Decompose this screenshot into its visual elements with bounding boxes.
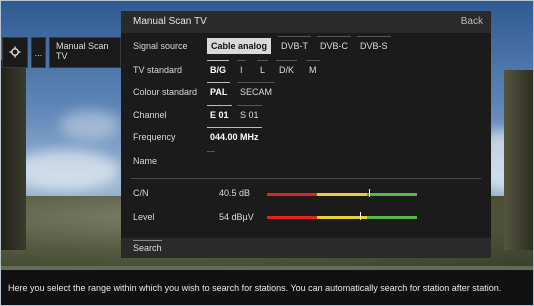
back-button[interactable]: Back <box>461 16 483 27</box>
gear-icon <box>9 46 21 60</box>
frequency-field[interactable]: 044.00 MHz <box>207 127 262 142</box>
separator <box>131 178 481 179</box>
search-button[interactable]: Search <box>133 240 162 253</box>
level-meter-marker <box>360 212 361 220</box>
panel-header: Manual Scan TV Back <box>121 11 491 33</box>
signal-source-label: Signal source <box>133 41 188 51</box>
name-field[interactable] <box>207 151 215 166</box>
signal-option-cable-analog[interactable]: Cable analog <box>207 38 272 54</box>
colour-standard-label: Colour standard <box>133 87 198 97</box>
level-label: Level <box>133 212 155 222</box>
more-crumb[interactable]: ... <box>31 37 46 68</box>
channel-label: Channel <box>133 110 167 120</box>
tv-standard-m[interactable]: M <box>306 60 320 75</box>
level-value: 54 dBµV <box>219 212 254 222</box>
channel-s01[interactable]: S 01 <box>237 105 262 120</box>
cn-meter <box>267 189 417 197</box>
colour-standard-secam[interactable]: SECAM <box>237 82 276 97</box>
tv-standard-l[interactable]: L <box>257 60 269 75</box>
signal-option-dvb-s[interactable]: DVB-S <box>357 36 391 51</box>
name-label: Name <box>133 156 158 166</box>
cn-value: 40.5 dB <box>219 188 251 198</box>
signal-option-dvb-t[interactable]: DVB-T <box>278 36 311 51</box>
breadcrumb-item[interactable]: Manual Scan TV <box>49 37 121 68</box>
help-text: Here you select the range within which y… <box>0 270 534 306</box>
panel-footer: Search <box>121 238 491 258</box>
settings-crumb[interactable] <box>2 37 28 68</box>
frequency-label: Frequency <box>133 132 176 142</box>
tv-standard-i[interactable]: I <box>237 60 246 75</box>
manual-scan-panel: Manual Scan TV Back Signal source Cable … <box>121 11 491 238</box>
channel-e01[interactable]: E 01 <box>207 105 232 120</box>
cn-label: C/N <box>133 188 149 198</box>
cn-meter-marker <box>369 189 370 197</box>
panel-title: Manual Scan TV <box>133 16 207 27</box>
breadcrumb-item-label: Manual Scan TV <box>56 41 109 61</box>
more-label: ... <box>34 47 43 58</box>
tv-standard-dk[interactable]: D/K <box>276 60 298 75</box>
colour-standard-pal[interactable]: PAL <box>207 82 231 97</box>
signal-option-dvb-c[interactable]: DVB-C <box>317 36 352 51</box>
level-meter <box>267 212 417 220</box>
tv-standard-bg[interactable]: B/G <box>207 60 230 75</box>
tv-standard-label: TV standard <box>133 65 183 75</box>
